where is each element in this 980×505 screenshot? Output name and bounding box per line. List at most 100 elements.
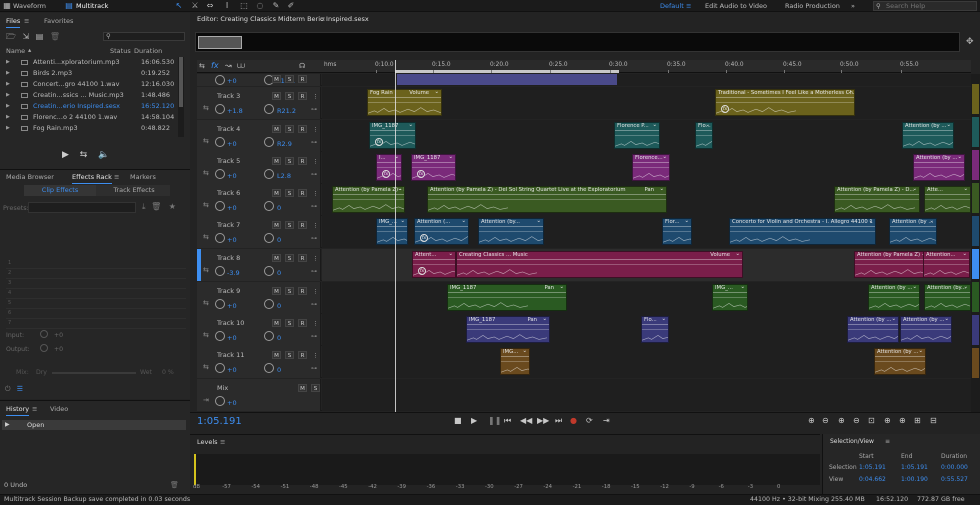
mute-button[interactable]: M <box>272 221 281 229</box>
clip-dropdown-icon[interactable]: ⌄ <box>947 123 951 128</box>
clip-envelope-line[interactable] <box>377 162 401 163</box>
expand-icon[interactable]: ▶ <box>6 68 10 79</box>
track-header[interactable]: ⇆ Track 11 M S R ⋮ +0 0 ⊶ <box>197 346 321 378</box>
clip-fx-badge-icon[interactable]: fx <box>420 234 428 242</box>
zoom-out-time-icon[interactable]: ⊖ <box>853 416 860 425</box>
clip-envelope-type[interactable]: Volume <box>409 90 429 96</box>
solo-button[interactable]: S <box>285 125 294 133</box>
go-to-start-icon[interactable]: ⏮ <box>504 416 511 426</box>
track-select-stripe[interactable] <box>197 282 201 314</box>
audio-clip[interactable]: Attention (by ... ⌄ <box>847 316 899 343</box>
clip-envelope-line[interactable] <box>370 130 415 131</box>
volume-knob[interactable] <box>215 233 225 243</box>
track-name[interactable]: Mix <box>217 384 228 392</box>
mute-button[interactable]: M <box>272 75 281 83</box>
track-lane[interactable]: Attention (by Pamela Z) - D... ⌄ Attention… <box>322 184 971 216</box>
inputs-outputs-icon[interactable]: ⇆ <box>199 62 205 70</box>
clip-pan-line[interactable] <box>663 231 691 232</box>
clip-envelope-line[interactable] <box>848 324 898 325</box>
solo-button[interactable]: S <box>285 189 294 197</box>
audio-clip[interactable]: Attention (by ... ⌄ <box>902 122 954 149</box>
audio-clip[interactable]: Traditional - Sometimes I Feel Like a Mo… <box>715 89 855 116</box>
track-lane[interactable]: IMG_1187 ⌄ fx Florence P... ⌄ Flo... ⌄ Attentio… <box>322 120 971 152</box>
record-arm-button[interactable]: R <box>298 92 307 100</box>
clip-dropdown-icon[interactable]: ⌄ <box>653 123 657 128</box>
selection-view-menu-icon[interactable]: ≡ <box>885 438 890 445</box>
clip-dropdown-icon[interactable]: ⌄ <box>401 219 405 224</box>
effect-slot[interactable]: 1 <box>6 260 186 269</box>
track-volume[interactable]: +0 <box>227 77 237 85</box>
delete-icon[interactable]: 🗑 <box>50 32 60 41</box>
editor-menu-icon[interactable]: ≡ <box>320 15 325 23</box>
clip-dropdown-icon[interactable]: ⌄ <box>964 187 968 192</box>
file-row[interactable]: ▶ Florenc...o 2 44100 1.wav 14:58.104 <box>0 112 186 123</box>
slip-tool-icon[interactable]: ⇔ <box>205 1 215 11</box>
mute-button[interactable]: M <box>272 189 281 197</box>
pan-knob[interactable] <box>264 331 274 341</box>
record-arm-button[interactable]: R <box>298 75 307 83</box>
pan-knob[interactable] <box>264 363 274 373</box>
track-select-stripe[interactable] <box>197 249 201 281</box>
track-lane[interactable] <box>322 379 971 411</box>
track-menu-icon[interactable]: ⋮ <box>311 125 320 133</box>
clip-envelope-line[interactable] <box>633 162 669 163</box>
view-end[interactable]: 1:00.190 <box>901 476 928 483</box>
files-scrollbar[interactable] <box>178 57 184 137</box>
mix-track[interactable]: ⇥ Mix M S +0 <box>197 379 971 411</box>
audio-clip[interactable]: Attention (by ... ⌄ <box>868 284 920 311</box>
clip-dropdown-icon[interactable]: ⌄ <box>963 252 967 257</box>
track-pan[interactable]: R21.2 <box>277 107 296 115</box>
favorite-star-icon[interactable]: ★ <box>169 202 176 211</box>
tab-media-browser[interactable]: Media Browser <box>6 171 54 183</box>
volume-knob[interactable] <box>215 137 225 147</box>
zoom-to-selection-icon[interactable]: ⊞ <box>914 416 921 425</box>
tab-video[interactable]: Video <box>50 403 68 415</box>
tab-favorites[interactable]: Favorites <box>44 15 73 27</box>
mute-button[interactable]: M <box>272 157 281 165</box>
clip-envelope-line[interactable] <box>890 226 936 227</box>
track-pan[interactable]: 0 <box>277 302 281 310</box>
track-io-icon[interactable]: ⇆ <box>203 299 209 307</box>
playhead[interactable] <box>395 60 396 412</box>
clip-envelope-type[interactable]: Pan <box>544 285 554 291</box>
tab-markers[interactable]: Markers <box>130 171 156 183</box>
clip-dropdown-icon[interactable]: ⌄ <box>964 285 968 290</box>
audio-clip[interactable]: IMG_... ⌄ <box>712 284 748 311</box>
volume-knob[interactable] <box>215 396 225 406</box>
track-header[interactable]: ⇥ Mix M S +0 <box>197 379 321 411</box>
editor-title[interactable]: Editor: Creating Classics Midterm Berio … <box>197 15 369 23</box>
stop-icon[interactable]: ■ <box>454 416 462 425</box>
clip-dropdown-icon[interactable]: ⌄ <box>892 317 896 322</box>
track-menu-icon[interactable]: ⋮ <box>311 92 320 100</box>
clip-dropdown-icon[interactable]: ⌄ <box>462 219 466 224</box>
track-io-icon[interactable]: ⇆ <box>203 169 209 177</box>
track-header[interactable]: ⇆ Track 9 M S R ⋮ +0 0 ⊶ <box>197 282 321 314</box>
pan-knob[interactable] <box>264 201 274 211</box>
clip-pan-line[interactable] <box>368 102 441 103</box>
clip-pan-line[interactable] <box>901 329 951 330</box>
track-lane[interactable]: IMG_... ⌄ Attention (... ⌄ fx Attention (by..… <box>322 216 971 248</box>
record-arm-button[interactable]: R <box>298 125 307 133</box>
rewind-icon[interactable]: ◀◀ <box>520 416 532 425</box>
track[interactable]: ⇆ Track 4 M S R ⋮ +0 R2.9 ⊶ IMG_1187 ⌄ fx Florence P… <box>197 120 971 152</box>
delete-preset-icon[interactable]: 🗑 <box>151 202 161 211</box>
clip-pan-line[interactable] <box>377 167 401 168</box>
track-header[interactable]: ⇆ Track 5 M S R ⋮ +0 L2.8 ⊶ <box>197 152 321 184</box>
track[interactable]: ⇆ Track 3 M S R ⋮ +1.8 R21.2 ⊶ Fog Rain Volume ⌄ Tra… <box>197 87 971 119</box>
clip-pan-line[interactable] <box>615 135 659 136</box>
workspace-edit-audio-to-video[interactable]: Edit Audio to Video <box>705 1 767 11</box>
view-duration[interactable]: 0:55.527 <box>941 476 968 483</box>
track[interactable]: ⇆ Track 6 M S R ⋮ +0 0 ⊶ Attention (by Pamela Z) … <box>197 184 971 216</box>
record-arm-button[interactable]: R <box>298 351 307 359</box>
clip-pan-line[interactable] <box>428 199 666 200</box>
list-icon[interactable]: ☰ <box>17 385 23 393</box>
waveform-icon[interactable]: ▦ <box>2 1 12 11</box>
track[interactable]: ⇆ Track 9 M S R ⋮ +0 0 ⊶ IMG_1187 Pan ⌄ IMG_... ⌄ Atte… <box>197 282 971 314</box>
clip-dropdown-icon[interactable]: ⌄ <box>409 123 413 128</box>
clip-envelope-line[interactable] <box>415 226 468 227</box>
track-io-icon[interactable]: ⇆ <box>203 331 209 339</box>
zoom-out-full-icon[interactable]: ⊡ <box>868 416 875 425</box>
pan-knob[interactable] <box>264 266 274 276</box>
clip-fx-badge-icon[interactable]: fx <box>721 105 729 113</box>
track-scrollbar[interactable] <box>971 74 980 412</box>
